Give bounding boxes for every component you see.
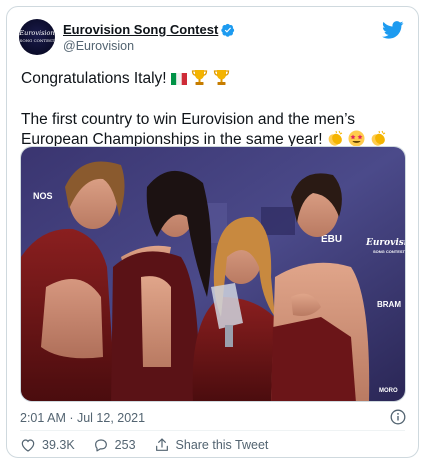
tweet-text-line1-row: Congratulations Italy! <box>21 69 407 92</box>
backdrop-label: SONG CONTEST <box>373 249 406 254</box>
tweet-text-paragraph2: The first country to win Eurovision and … <box>21 111 355 148</box>
tweet-header: Eurovision SONG CONTEST Eurovision Song … <box>19 19 406 59</box>
verified-badge-icon <box>221 23 235 37</box>
backdrop-label: NOS <box>33 191 53 201</box>
avatar[interactable]: Eurovision SONG CONTEST <box>19 19 55 55</box>
tweet-text: Congratulations Italy! The first country… <box>21 69 407 153</box>
avatar-logo-text: Eurovision SONG CONTEST <box>19 30 54 44</box>
backdrop-label: EBU <box>321 234 342 245</box>
trophy-icon <box>191 69 208 92</box>
twitter-bird-icon[interactable] <box>382 21 404 39</box>
tweet-text-line1: Congratulations Italy! <box>21 70 167 87</box>
author-name-row: Eurovision Song Contest <box>63 22 235 37</box>
tweet-actions: 39.3K 253 Share this Tweet <box>20 435 286 455</box>
backdrop-label: MORO <box>379 388 398 394</box>
tweet-card[interactable]: Eurovision SONG CONTEST Eurovision Song … <box>6 6 419 458</box>
reply-bubble-icon <box>94 439 107 452</box>
backdrop-label: Eurovision <box>365 238 406 248</box>
backdrop-panel <box>261 207 295 235</box>
share-label: Share this Tweet <box>175 438 269 452</box>
avatar-logo-line1: Eurovision <box>19 29 55 37</box>
flag-italy-icon <box>170 72 187 92</box>
author-display-name[interactable]: Eurovision Song Contest <box>63 22 218 37</box>
author-info: Eurovision Song Contest @Eurovision <box>63 22 235 53</box>
tweet-timestamp[interactable]: 2:01 AM · Jul 12, 2021 <box>20 411 145 425</box>
like-button[interactable]: 39.3K <box>20 437 75 453</box>
share-button[interactable]: Share this Tweet <box>154 437 269 453</box>
info-icon[interactable] <box>390 409 406 425</box>
trophy-icon <box>213 69 230 92</box>
action-divider <box>20 430 405 431</box>
backdrop-label: BRAM <box>377 300 401 309</box>
heart-icon <box>21 439 35 452</box>
share-arrow-icon <box>155 438 168 451</box>
avatar-logo-line2: SONG CONTEST <box>19 38 55 43</box>
reply-count: 253 <box>114 438 136 452</box>
band-photo-illustration: NOS EBU Eurovision SONG CONTEST BRAM MOR… <box>21 147 406 401</box>
reply-button[interactable]: 253 <box>93 437 136 453</box>
like-count: 39.3K <box>42 438 75 452</box>
timestamp-row: 2:01 AM · Jul 12, 2021 <box>20 409 406 427</box>
author-handle[interactable]: @Eurovision <box>63 39 235 53</box>
tweet-photo[interactable]: NOS EBU Eurovision SONG CONTEST BRAM MOR… <box>20 146 406 402</box>
